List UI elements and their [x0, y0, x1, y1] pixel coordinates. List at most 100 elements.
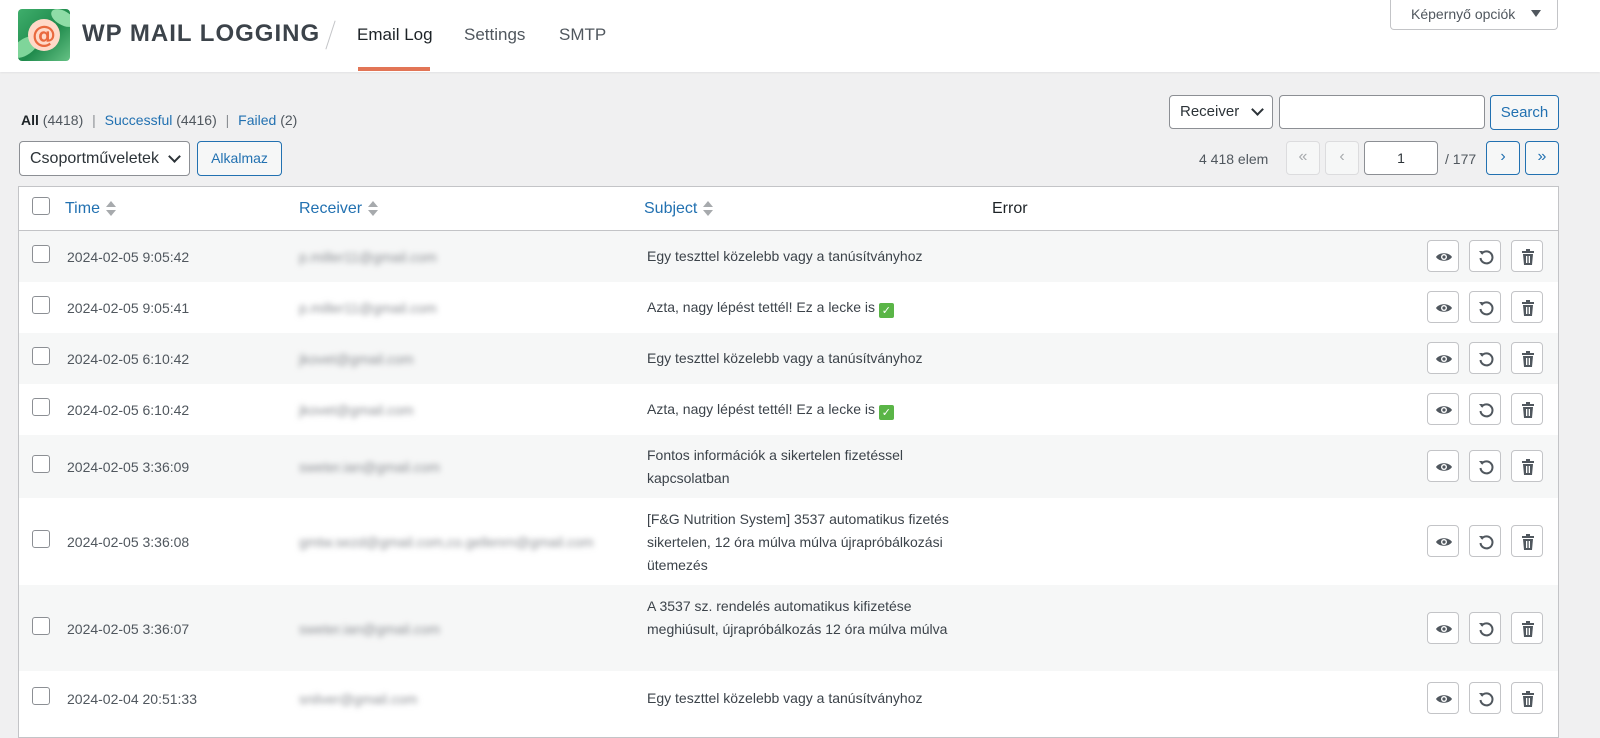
table-row: 2024-02-05 3:36:09 sweter.ian@gmail.com …	[19, 435, 1558, 498]
column-receiver-label: Receiver	[299, 200, 363, 217]
row-subject-text: [F&G Nutrition System] 3537 automatikus …	[647, 511, 949, 573]
view-button[interactable]	[1427, 682, 1459, 714]
row-checkbox[interactable]	[32, 687, 50, 705]
bulk-actions-value: Csoportműveletek	[30, 150, 159, 167]
row-receiver: p.miller11@gmail.com	[299, 249, 437, 265]
filter-successful[interactable]: Successful	[105, 112, 173, 128]
column-receiver[interactable]: Receiver	[299, 200, 379, 218]
view-button[interactable]	[1427, 450, 1459, 482]
view-button[interactable]	[1427, 612, 1459, 644]
prev-page-button[interactable]: ‹	[1325, 141, 1359, 175]
tab-settings[interactable]: Settings	[464, 25, 525, 45]
next-page-button[interactable]: ›	[1486, 141, 1520, 175]
table-row: 2024-02-05 9:05:41 p.miller11@gmail.com …	[19, 282, 1558, 333]
resend-button[interactable]	[1469, 342, 1501, 374]
column-subject-label: Subject	[644, 200, 698, 217]
delete-button[interactable]	[1511, 342, 1543, 374]
delete-button[interactable]	[1511, 525, 1543, 557]
view-button[interactable]	[1427, 525, 1459, 557]
row-receiver: sweter.ian@gmail.com	[299, 459, 441, 475]
table-header: Time Receiver Subject Error	[19, 187, 1558, 231]
status-filters: All (4418) | Successful (4416) | Failed …	[21, 112, 297, 128]
delete-button[interactable]	[1511, 450, 1543, 482]
view-button[interactable]	[1427, 291, 1459, 323]
table-row: 2024-02-05 3:36:08 gmtw.sezd@gmail.com,c…	[19, 498, 1558, 585]
trash-icon	[1522, 402, 1534, 418]
delete-button[interactable]	[1511, 393, 1543, 425]
apply-button[interactable]: Alkalmaz	[197, 141, 282, 176]
brand-divider	[325, 20, 336, 50]
screen-options-label: Képernyő opciók	[1411, 6, 1516, 22]
last-page-button[interactable]: »	[1525, 141, 1559, 175]
resend-button[interactable]	[1469, 450, 1501, 482]
search-button[interactable]: Search	[1490, 95, 1559, 130]
row-checkbox[interactable]	[32, 347, 50, 365]
delete-button[interactable]	[1511, 291, 1543, 323]
first-page-button[interactable]: «	[1286, 141, 1320, 175]
row-subject: Azta, nagy lépést tettél! Ez a lecke is …	[647, 398, 957, 421]
select-all-checkbox[interactable]	[32, 197, 50, 215]
resend-icon	[1479, 301, 1494, 316]
trash-icon	[1522, 351, 1534, 367]
total-pages: / 177	[1445, 151, 1477, 167]
eye-icon	[1436, 304, 1452, 312]
check-mark-icon: ✓	[878, 303, 894, 318]
table-row: 2024-02-05 3:36:07 sweter.ian@gmail.com …	[19, 585, 1558, 671]
row-receiver: gmtw.sezd@gmail.com,co.gellenrn@gmail.co…	[299, 534, 594, 550]
row-subject-text: Azta, nagy lépést tettél! Ez a lecke is	[647, 299, 876, 315]
view-button[interactable]	[1427, 393, 1459, 425]
view-button[interactable]	[1427, 342, 1459, 374]
row-time: 2024-02-05 3:36:07	[67, 621, 190, 637]
resend-button[interactable]	[1469, 525, 1501, 557]
view-button[interactable]	[1427, 240, 1459, 272]
eye-icon	[1436, 538, 1452, 546]
resend-button[interactable]	[1469, 682, 1501, 714]
resend-button[interactable]	[1469, 393, 1501, 425]
resend-button[interactable]	[1469, 291, 1501, 323]
search-field-select[interactable]: Receiver	[1169, 95, 1273, 129]
eye-icon	[1436, 695, 1452, 703]
active-tab-indicator	[358, 67, 430, 71]
row-checkbox[interactable]	[32, 455, 50, 473]
table-row: 2024-02-05 6:10:42 jkovet@gmail.com Egy …	[19, 333, 1558, 384]
sort-icon	[105, 200, 116, 217]
filter-failed[interactable]: Failed	[238, 112, 276, 128]
delete-button[interactable]	[1511, 612, 1543, 644]
trash-icon	[1522, 249, 1534, 265]
resend-button[interactable]	[1469, 240, 1501, 272]
search-field-value: Receiver	[1180, 103, 1240, 120]
items-count: 4 418 elem	[1199, 151, 1269, 167]
trash-icon	[1522, 534, 1534, 550]
brand-title: WP MAIL LOGGING	[82, 20, 321, 47]
search-input[interactable]	[1279, 95, 1485, 129]
resend-icon	[1479, 622, 1494, 637]
row-subject-text: Azta, nagy lépést tettél! Ez a lecke is	[647, 401, 876, 417]
row-checkbox[interactable]	[32, 617, 50, 635]
tab-smtp[interactable]: SMTP	[559, 25, 606, 45]
chevron-down-icon	[168, 150, 181, 163]
row-time: 2024-02-05 3:36:08	[67, 534, 190, 550]
screen-options-button[interactable]: Képernyő opciók	[1390, 0, 1558, 30]
table-row: 2024-02-05 6:10:42 jkovet@gmail.com Azta…	[19, 384, 1558, 435]
row-subject: Egy teszttel közelebb vagy a tanúsítvány…	[647, 245, 957, 268]
delete-button[interactable]	[1511, 682, 1543, 714]
delete-button[interactable]	[1511, 240, 1543, 272]
current-page-input[interactable]: 1	[1364, 141, 1438, 175]
row-checkbox[interactable]	[32, 398, 50, 416]
row-checkbox[interactable]	[32, 245, 50, 263]
row-subject: A 3537 sz. rendelés automatikus kifizeté…	[647, 595, 957, 641]
column-subject[interactable]: Subject	[644, 200, 714, 218]
row-receiver: p.miller11@gmail.com	[299, 300, 437, 316]
row-checkbox[interactable]	[32, 530, 50, 548]
column-time[interactable]: Time	[65, 200, 116, 218]
resend-icon	[1479, 535, 1494, 550]
caret-down-icon	[1531, 10, 1541, 17]
row-checkbox[interactable]	[32, 296, 50, 314]
resend-button[interactable]	[1469, 612, 1501, 644]
bulk-actions-select[interactable]: Csoportműveletek	[19, 141, 190, 176]
resend-icon	[1479, 403, 1494, 418]
filter-all[interactable]: All	[21, 112, 39, 128]
column-error: Error	[992, 200, 1028, 217]
row-receiver: jkovet@gmail.com	[299, 402, 414, 418]
tab-email-log[interactable]: Email Log	[357, 25, 433, 45]
